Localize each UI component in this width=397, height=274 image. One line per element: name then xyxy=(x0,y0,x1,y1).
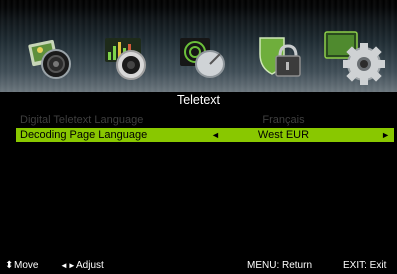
menu-return-hint: MENU: Return xyxy=(247,260,313,271)
menu-item-decoding-page-language[interactable]: Decoding Page Language ◄ West EUR ► xyxy=(16,128,394,142)
setup-gear-icon[interactable] xyxy=(322,26,388,88)
menu-item-value: West EUR xyxy=(257,129,310,141)
move-icon: ⬍ xyxy=(5,260,14,271)
adjust-icon: ◄► xyxy=(60,261,76,270)
move-hint: Move xyxy=(14,260,39,271)
sound-icon[interactable] xyxy=(99,32,155,84)
right-arrow-icon[interactable]: ► xyxy=(381,128,390,142)
picture-icon[interactable] xyxy=(24,32,80,84)
adjust-hint: Adjust xyxy=(76,260,104,271)
page-title: Teletext xyxy=(0,93,397,108)
channel-icon[interactable] xyxy=(176,32,232,84)
left-arrow-icon[interactable]: ◄ xyxy=(211,128,220,142)
lock-icon[interactable] xyxy=(252,32,308,84)
footer-help-bar: ⬍ Move ◄► Adjust MENU: Return EXIT: Exit xyxy=(0,258,397,274)
menu-item-label: Decoding Page Language xyxy=(20,129,148,141)
menu-item-label: Digital Teletext Language xyxy=(20,114,144,126)
menu-item-digital-teletext-language: Digital Teletext Language Français xyxy=(16,113,394,127)
exit-hint: EXIT: Exit xyxy=(343,260,387,271)
menu-icon-bar xyxy=(0,0,397,92)
menu-item-value: Français xyxy=(262,114,305,126)
